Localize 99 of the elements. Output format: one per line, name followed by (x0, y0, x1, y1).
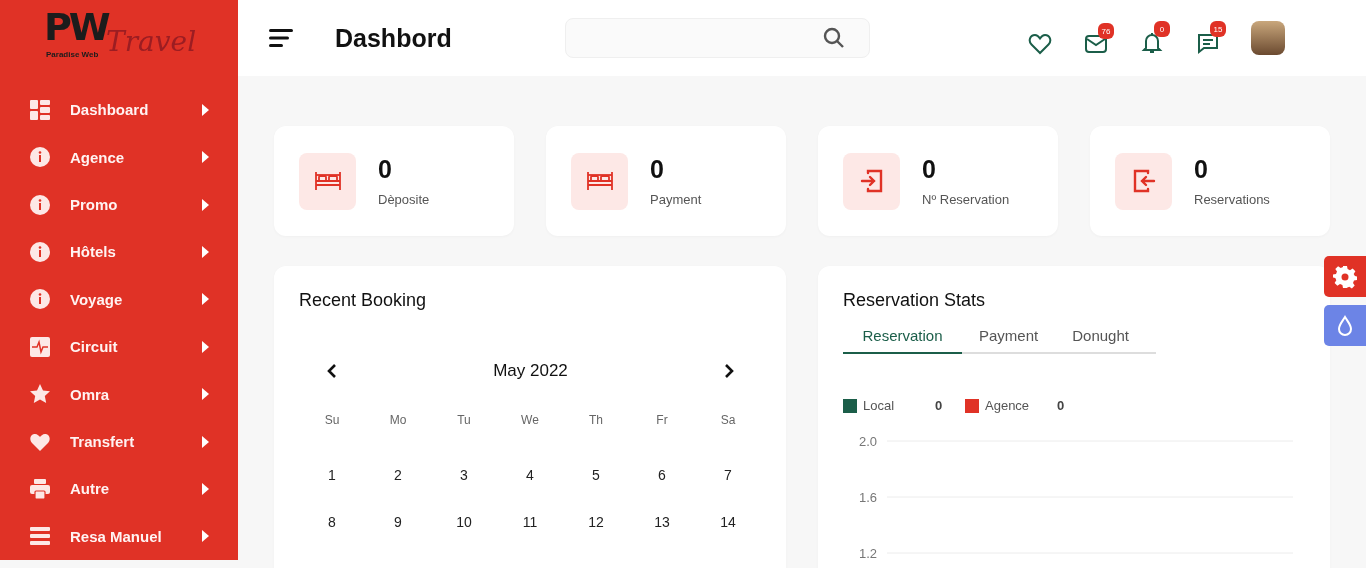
header-icon-button[interactable]: 76 (1084, 23, 1118, 55)
sidebar-item[interactable]: Autre (0, 465, 238, 513)
info-icon (30, 194, 50, 215)
caret-icon (202, 388, 209, 401)
avatar[interactable] (1251, 21, 1285, 55)
logo-script: Travel (106, 28, 197, 56)
calendar-day[interactable]: 1 (324, 465, 340, 485)
calendar-day[interactable]: 4 (522, 465, 538, 485)
card-title: Recent Booking (299, 290, 428, 311)
calendar-day[interactable]: 10 (452, 512, 476, 532)
chart-tab[interactable]: Payment (962, 319, 1056, 354)
calendar-day[interactable]: 14 (716, 512, 740, 532)
caret-icon (202, 245, 209, 258)
legend-value: 0 (1057, 398, 1066, 413)
calendar-day[interactable]: 2 (390, 465, 406, 485)
stat-value: 0 (378, 155, 393, 184)
chevron-left-icon (327, 363, 337, 379)
caret-icon (202, 293, 209, 306)
calendar-day[interactable]: 3 (456, 465, 472, 485)
settings-button[interactable] (1324, 256, 1366, 297)
stat-label: Nº Reservation (922, 192, 1010, 207)
legend-label: Agence (985, 398, 1031, 413)
sidebar-item[interactable]: Transfert (0, 417, 238, 466)
info-icon (30, 241, 50, 262)
caret-icon (202, 198, 209, 211)
notification-badge: 0 (1154, 21, 1170, 37)
calendar-day[interactable]: 7 (720, 465, 736, 485)
sidebar-item[interactable]: Dashboard (0, 86, 238, 134)
stat-label: Reservations (1194, 192, 1270, 207)
stat-label: Payment (650, 192, 702, 207)
stat-label: Dèposite (378, 192, 430, 207)
menu-bars-icon (30, 526, 50, 547)
bell-icon (1140, 31, 1164, 55)
sidebar-item[interactable]: Circuit (0, 323, 238, 371)
weekday-label: Tu (457, 413, 471, 427)
caret-icon (202, 530, 209, 543)
header-icon-button[interactable]: 0 (1140, 21, 1174, 55)
chat-icon (1196, 31, 1220, 55)
caret-icon (202, 103, 209, 116)
weekday-label: We (521, 413, 539, 427)
legend-value: 0 (935, 398, 944, 413)
axis-label: 2.0 (858, 434, 877, 449)
weekday-label: Fr (656, 413, 668, 427)
search-field[interactable] (565, 18, 870, 58)
menu-icon (269, 28, 293, 48)
heart-icon (30, 431, 50, 452)
axis-label: 1.2 (858, 546, 877, 561)
calendar-day[interactable]: 5 (588, 465, 604, 485)
droplet-icon (1337, 314, 1353, 337)
sidebar-item[interactable]: Omra (0, 370, 238, 418)
weekday-label: Sa (720, 413, 736, 427)
notification-badge: 76 (1098, 23, 1114, 39)
calendar-day[interactable]: 9 (390, 512, 406, 532)
notification-badge: 15 (1210, 21, 1226, 37)
chart-tab[interactable]: Donught (1055, 319, 1146, 354)
calendar-day[interactable]: 11 (518, 512, 542, 532)
sidebar-item[interactable]: Promo (0, 180, 238, 229)
info-icon (30, 147, 50, 168)
bed-icon (313, 171, 342, 191)
calendar-day[interactable]: 13 (650, 512, 674, 532)
weekday-label: Su (324, 413, 340, 427)
calendar-day[interactable]: 12 (584, 512, 608, 532)
theme-button[interactable] (1324, 305, 1366, 346)
dashboard-grid-icon (30, 99, 50, 120)
stat-value: 0 (922, 155, 937, 184)
printer-icon (30, 478, 50, 499)
search-icon[interactable] (823, 27, 845, 49)
pulse-icon (30, 336, 50, 357)
caret-icon (202, 151, 209, 164)
star-icon (30, 384, 50, 405)
sidebar-item[interactable]: Agence (0, 133, 238, 181)
calendar-day[interactable]: 8 (324, 512, 340, 532)
caret-icon (202, 482, 209, 495)
settings-icon (1333, 264, 1357, 289)
caret-icon (202, 435, 209, 448)
menu-button[interactable] (269, 28, 293, 48)
legend-label: Local (863, 398, 896, 413)
chart-tab[interactable]: Reservation (843, 319, 962, 354)
heart-icon (1028, 33, 1052, 55)
chevron-right-icon (724, 363, 734, 379)
calendar-day[interactable]: 6 (654, 465, 670, 485)
mail-icon (1084, 33, 1108, 55)
page-title: Dashbord (335, 23, 453, 53)
logo-mark: PW (44, 8, 108, 46)
card-title: Reservation Stats (843, 290, 987, 311)
sidebar-item[interactable]: Voyage (0, 275, 238, 324)
weekday-label: Mo (389, 413, 407, 427)
sidebar-item[interactable]: Resa Manuel (0, 512, 238, 560)
header-icon-button[interactable]: 15 (1196, 21, 1230, 55)
weekday-label: Th (589, 413, 603, 427)
stat-value: 0 (650, 155, 665, 184)
info-icon (30, 289, 50, 310)
stat-value: 0 (1194, 155, 1209, 184)
sidebar-item[interactable]: Hôtels (0, 228, 238, 276)
axis-label: 1.6 (858, 490, 877, 505)
bed-icon (585, 171, 614, 191)
calendar-month: May 2022 (493, 361, 568, 381)
logo-tagline: Paradise Web (46, 51, 99, 59)
caret-icon (202, 340, 209, 353)
